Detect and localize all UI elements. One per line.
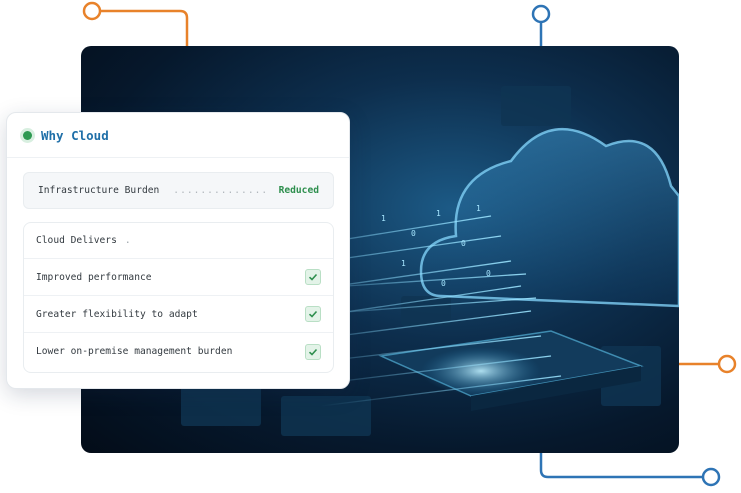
svg-text:1: 1 <box>401 259 406 268</box>
orange-node-top <box>82 1 102 21</box>
orange-connector-top <box>101 9 189 46</box>
svg-text:1: 1 <box>381 214 386 223</box>
delivers-heading-mark: . <box>124 235 131 246</box>
svg-text:1: 1 <box>436 209 441 218</box>
blue-node-top <box>531 4 551 24</box>
list-item: Greater flexibility to adapt <box>24 296 333 333</box>
svg-text:0: 0 <box>486 269 491 278</box>
list-item: Lower on-premise management burden <box>24 333 333 370</box>
svg-text:0: 0 <box>441 279 446 288</box>
orange-node-right <box>717 354 737 374</box>
delivers-heading-label: Cloud Delivers <box>36 235 117 246</box>
chip-glow <box>421 347 541 395</box>
list-item-label: Greater flexibility to adapt <box>36 308 198 320</box>
card-header: Why Cloud <box>7 113 349 158</box>
blue-connector-bottom <box>539 453 703 479</box>
cloud-delivers-heading: Cloud Delivers. <box>24 223 333 259</box>
why-cloud-card: Why Cloud Infrastructure Burden ........… <box>6 112 350 389</box>
card-title: Why Cloud <box>41 127 109 143</box>
infrastructure-burden-row: Infrastructure Burden .............. Red… <box>23 172 334 209</box>
check-icon[interactable] <box>305 343 321 360</box>
svg-text:0: 0 <box>461 239 466 248</box>
burden-value: Reduced <box>278 185 319 196</box>
check-icon[interactable] <box>305 306 321 322</box>
burden-label: Infrastructure Burden <box>38 185 160 196</box>
list-item: Improved performance <box>24 259 333 296</box>
svg-text:0: 0 <box>411 229 416 238</box>
blue-node-bottom <box>701 467 721 487</box>
list-item-label: Lower on-premise management burden <box>36 346 233 357</box>
svg-text:1: 1 <box>476 204 481 213</box>
status-dot-icon <box>23 130 32 140</box>
cloud-delivers-list: Cloud Delivers. Improved performance Gre… <box>23 222 334 373</box>
list-item-label: Improved performance <box>36 271 152 283</box>
burden-leader: .............. <box>173 185 269 196</box>
cloud-shape <box>419 127 679 308</box>
check-icon[interactable] <box>305 269 321 285</box>
